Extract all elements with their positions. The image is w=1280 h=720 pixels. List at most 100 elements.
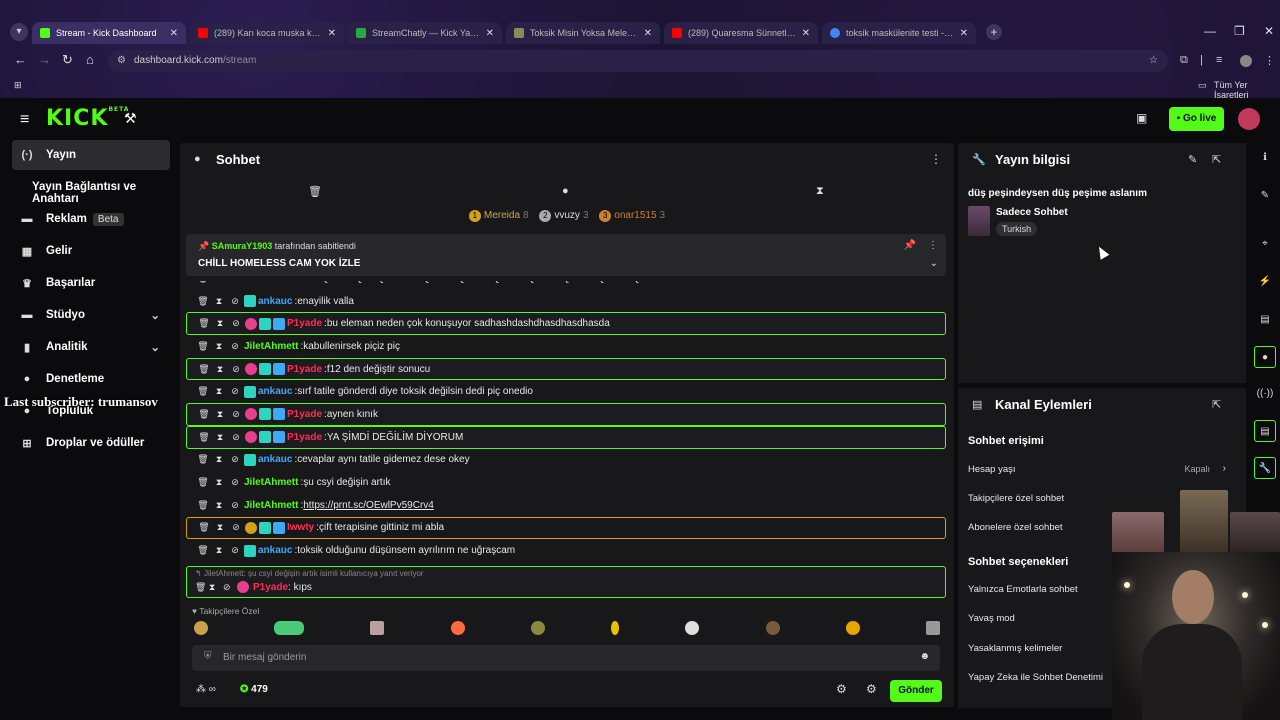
hourglass-icon[interactable]: ⧗ <box>212 386 226 397</box>
new-tab-button[interactable]: + <box>986 24 1002 40</box>
leaderboard-entry[interactable]: 1 Mereida 8 <box>468 210 529 222</box>
emote-icon[interactable] <box>845 621 860 635</box>
chat-menu-icon[interactable]: ⋮ <box>930 152 942 166</box>
hourglass-icon[interactable]: ⧗ <box>213 318 227 329</box>
forward-icon[interactable]: → <box>38 52 51 67</box>
chat-username[interactable]: ankauc <box>258 386 292 397</box>
emote-icon[interactable] <box>611 621 620 635</box>
trash-icon[interactable]: 🗑 <box>196 341 210 352</box>
trash-icon[interactable]: 🗑 <box>197 318 211 329</box>
close-tab-icon[interactable]: ✕ <box>328 28 336 39</box>
sidebar-item-studyo[interactable]: ▬ Stüdyo ⌄ <box>12 300 170 330</box>
sidebar-item-droplar[interactable]: ⊞ Droplar ve ödüller <box>12 428 170 458</box>
trash-icon[interactable]: 🗑 <box>197 432 211 443</box>
channel-actions-toggle-icon[interactable]: ▤ <box>1254 420 1276 442</box>
trash-icon[interactable]: 🗑 <box>196 386 210 397</box>
hourglass-icon[interactable]: ⧗ <box>212 545 226 556</box>
chat-link[interactable]: https://prnt.sc/OEwlPv59Crv4 <box>303 500 434 511</box>
chat-input[interactable]: ⛨ Bir mesaj gönderin ☻ <box>192 645 940 671</box>
profile-avatar-icon[interactable] <box>1240 55 1252 67</box>
site-info-icon[interactable]: ⚙ <box>117 50 126 72</box>
ban-icon[interactable]: ⊘ <box>228 281 242 284</box>
tab-youtube-2[interactable]: (289) Quaresma Sünnetlemesi ✕ <box>664 22 818 44</box>
subscribers-chat-item[interactable]: Abonelere özel sohbet <box>968 522 1063 533</box>
ban-icon[interactable]: ⊘ <box>228 386 242 397</box>
chat-username[interactable]: ankauc <box>258 454 292 465</box>
emote-icon[interactable] <box>274 621 305 635</box>
document-icon[interactable]: ▤ <box>1254 309 1276 331</box>
hourglass-icon[interactable]: ⧗ <box>213 522 227 533</box>
trash-icon[interactable]: 🗑 <box>308 185 322 198</box>
menu-icon[interactable]: ≡ <box>20 111 29 129</box>
hourglass-icon[interactable]: ⧗ <box>816 185 824 198</box>
lightning-icon[interactable]: ⚡ <box>1254 271 1276 293</box>
chat-bubble-icon[interactable]: ● <box>562 185 569 197</box>
popout-icon[interactable]: ⇱ <box>1212 153 1221 166</box>
tab-google[interactable]: toksik maskülenite testi - Goog ✕ <box>822 22 976 44</box>
emote-icon[interactable] <box>685 621 700 635</box>
capture-icon[interactable]: ⌖ <box>1254 233 1276 255</box>
banned-words-item[interactable]: Yasaklanmış kelimeler <box>968 643 1062 654</box>
chat-username[interactable]: P1yade <box>287 364 322 375</box>
info-icon[interactable]: ℹ <box>1254 147 1276 169</box>
ban-icon[interactable]: ⊘ <box>228 341 242 352</box>
trash-icon[interactable]: 🗑 <box>196 281 210 284</box>
ban-icon[interactable]: ⊘ <box>229 432 243 443</box>
chat-username[interactable]: JiletAhmett <box>244 477 298 488</box>
close-tab-icon[interactable]: ✕ <box>960 28 968 39</box>
chat-username[interactable]: ankauc <box>258 296 292 307</box>
ban-icon[interactable]: ⊘ <box>228 296 242 307</box>
hourglass-icon[interactable]: ⧗ <box>212 454 226 465</box>
viewers-indicator[interactable]: ⁂ ∞ <box>196 684 216 695</box>
pinned-user[interactable]: SAmuraY1903 <box>212 241 273 251</box>
trash-icon[interactable]: 🗑 <box>197 522 211 533</box>
send-button[interactable]: Gönder <box>890 680 942 702</box>
close-tab-icon[interactable]: ✕ <box>802 28 810 39</box>
chat-username[interactable]: JiletAhmett <box>244 341 298 352</box>
kick-logo[interactable]: KICKBETA <box>46 106 129 131</box>
reload-icon[interactable]: ↻ <box>62 52 73 68</box>
chat-toggle-icon[interactable]: ● <box>1254 346 1276 368</box>
home-icon[interactable]: ⌂ <box>86 52 94 67</box>
hammer-icon[interactable]: ⚒ <box>124 110 137 127</box>
popout-icon[interactable]: ⇱ <box>1212 398 1221 411</box>
emote-icon[interactable] <box>450 621 465 635</box>
chat-username[interactable]: Iwwty <box>287 522 314 533</box>
hourglass-icon[interactable]: ⧗ <box>213 409 227 420</box>
avatar[interactable] <box>1238 108 1260 130</box>
ban-icon[interactable]: ⊘ <box>228 545 242 556</box>
sidebar-item-basarilar[interactable]: ♛ Başarılar <box>12 268 170 298</box>
emote-only-item[interactable]: Yalnızca Emotlarla sohbet <box>968 584 1078 595</box>
hourglass-icon[interactable]: ⧗ <box>212 341 226 352</box>
chat-username[interactable]: P1yade <box>287 318 322 329</box>
ban-icon[interactable]: ⊘ <box>228 500 242 511</box>
trash-icon[interactable]: 🗑 <box>197 364 211 375</box>
unpin-icon[interactable]: 📌 <box>904 240 916 251</box>
emote-icon[interactable] <box>194 621 208 635</box>
hourglass-icon[interactable]: ⧗ <box>212 477 226 488</box>
close-tab-icon[interactable]: ✕ <box>486 28 494 39</box>
sidebar-item-gelir[interactable]: ▦ Gelir <box>12 236 170 266</box>
trash-icon[interactable]: 🗑 <box>197 409 211 420</box>
sidebar-item-analitik[interactable]: ▮ Analitik ⌄ <box>12 332 170 362</box>
chat-username[interactable]: P1yade <box>253 582 288 593</box>
close-tab-icon[interactable]: ✕ <box>170 28 178 39</box>
apps-grid-icon[interactable]: ⊞ <box>14 80 22 91</box>
settings-gear-icon[interactable]: ⚙ <box>836 682 847 696</box>
chat-username[interactable]: P1yade <box>287 432 322 443</box>
hourglass-icon[interactable]: ⧗ <box>212 281 226 284</box>
chat-username[interactable]: JiletAhmett <box>244 281 298 284</box>
emote-icon[interactable] <box>530 621 545 635</box>
go-live-button[interactable]: ▪ Go live <box>1169 107 1224 131</box>
tab-streamchatly[interactable]: StreamChatly — Kick Yayıncıla ✕ <box>348 22 502 44</box>
tab-youtube-1[interactable]: (289) Karı koca muska kavgası ✕ <box>190 22 344 44</box>
tab-toksik-test[interactable]: Toksik Misin Yoksa Melek Mi? ✕ <box>506 22 660 44</box>
sidebar-item-yayin[interactable]: (·) Yayın <box>12 140 170 170</box>
followers-chat-item[interactable]: Takipçilere özel sohbet <box>968 493 1064 504</box>
chevron-right-icon[interactable]: › <box>1223 463 1226 474</box>
trash-icon[interactable]: 🗑 <box>195 582 209 593</box>
sidebar-item-denetleme[interactable]: ● Denetleme <box>12 364 170 394</box>
tab-search-icon[interactable]: ▾ <box>10 23 28 41</box>
trash-icon[interactable]: 🗑 <box>196 500 210 511</box>
wrench-toggle-icon[interactable]: 🔧 <box>1254 457 1276 479</box>
